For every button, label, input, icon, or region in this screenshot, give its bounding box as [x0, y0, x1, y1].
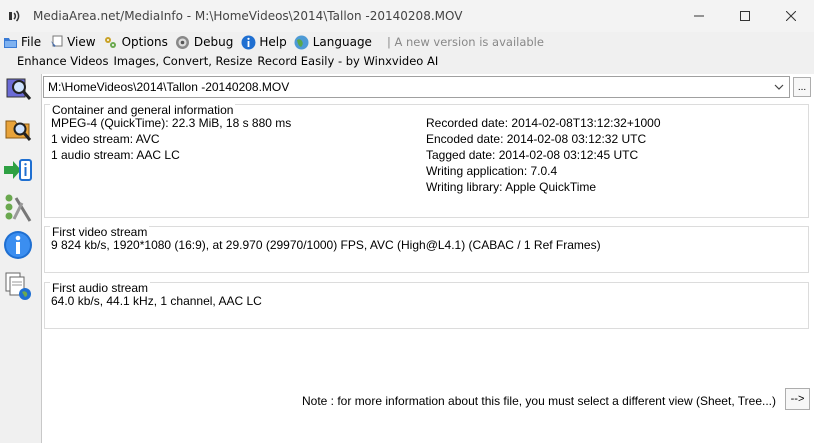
open-folder-icon [5, 120, 32, 141]
close-icon [786, 11, 796, 21]
maximize-button[interactable] [722, 0, 768, 32]
general-video-count: 1 video stream: AVC [51, 132, 160, 146]
encoded-date: Encoded date: 2014-02-08 03:12:32 UTC [426, 132, 647, 146]
tagged-date: Tagged date: 2014-02-08 03:12:45 UTC [426, 148, 639, 162]
chevron-down-icon[interactable] [773, 81, 785, 93]
promo-link-enhance[interactable]: Enhance Videos [17, 54, 108, 68]
writing-application: Writing application: 7.0.4 [426, 164, 558, 178]
writing-library: Writing library: Apple QuickTime [426, 180, 597, 194]
menu-bar: File View Options Debug Help Language | … [0, 32, 814, 52]
globe-icon [294, 34, 310, 50]
menu-view-label: View [67, 35, 96, 49]
menu-options[interactable]: Options [101, 32, 173, 52]
export-icon [4, 159, 32, 181]
menu-language[interactable]: Language [292, 32, 377, 52]
browse-button[interactable]: ... [793, 77, 811, 97]
export-tool[interactable] [2, 154, 34, 186]
file-selector[interactable]: M:\HomeVideos\2014\Tallon -20140208.MOV [43, 76, 790, 98]
options-icon [103, 34, 119, 50]
documents-globe-icon [5, 272, 31, 300]
minimize-icon [694, 15, 704, 17]
promo-link-record[interactable]: Record Easily - by Winxvideo AI [257, 54, 438, 68]
preferences-icon [5, 194, 32, 222]
menu-options-label: Options [121, 35, 168, 49]
info-icon [4, 231, 32, 259]
video-section-title: First video stream [50, 225, 150, 239]
file-path: M:\HomeVideos\2014\Tallon -20140208.MOV [48, 80, 290, 94]
open-file-icon [6, 78, 32, 100]
update-notice[interactable]: | A new version is available [387, 35, 544, 49]
view-icon [48, 34, 64, 50]
general-audio-count: 1 audio stream: AAC LC [51, 148, 180, 162]
minimize-button[interactable] [676, 0, 722, 32]
menu-help[interactable]: Help [238, 32, 291, 52]
view-note: Note : for more information about this f… [302, 394, 776, 408]
audio-section-title: First audio stream [50, 281, 151, 295]
window-title: MediaArea.net/MediaInfo - M:\HomeVideos\… [33, 9, 463, 23]
audio-section: First audio stream 64.0 kb/s, 44.1 kHz, … [44, 281, 809, 329]
menu-file-label: File [21, 35, 42, 49]
menu-language-label: Language [312, 35, 372, 49]
main-panel: M:\HomeVideos\2014\Tallon -20140208.MOV … [41, 74, 814, 443]
help-icon [240, 34, 256, 50]
open-folder-tool[interactable] [2, 112, 34, 144]
debug-icon [175, 34, 191, 50]
menu-help-label: Help [259, 35, 287, 49]
menu-debug-label: Debug [193, 35, 234, 49]
general-format-line: MPEG-4 (QuickTime): 22.3 MiB, 18 s 880 m… [51, 116, 292, 130]
video-stream-line: 9 824 kb/s, 1920*1080 (16:9), at 29.970 … [51, 238, 601, 252]
menu-file[interactable]: File [0, 32, 46, 52]
close-button[interactable] [768, 0, 814, 32]
preferences-tool[interactable] [2, 192, 34, 224]
about-tool[interactable] [2, 229, 34, 261]
maximize-icon [740, 11, 750, 21]
promo-bar: Enhance Videos Images, Convert, Resize R… [0, 52, 814, 70]
general-section-title: Container and general information [50, 103, 236, 117]
folder-icon [2, 34, 18, 50]
menu-debug[interactable]: Debug [173, 32, 238, 52]
sheet-view-tool[interactable] [2, 270, 34, 302]
mediainfo-app-icon [7, 8, 23, 24]
video-section: First video stream 9 824 kb/s, 1920*1080… [44, 225, 809, 273]
promo-link-images[interactable]: Images, Convert, Resize [113, 54, 252, 68]
menu-view[interactable]: View [46, 32, 100, 52]
recorded-date: Recorded date: 2014-02-08T13:12:32+1000 [426, 116, 661, 130]
left-toolbar [0, 72, 38, 443]
audio-stream-line: 64.0 kb/s, 44.1 kHz, 1 channel, AAC LC [51, 294, 262, 308]
title-bar: MediaArea.net/MediaInfo - M:\HomeVideos\… [0, 0, 814, 32]
change-view-button[interactable]: --> [785, 388, 810, 410]
open-file-tool[interactable] [2, 72, 34, 104]
general-section: Container and general information MPEG-4… [44, 103, 809, 218]
